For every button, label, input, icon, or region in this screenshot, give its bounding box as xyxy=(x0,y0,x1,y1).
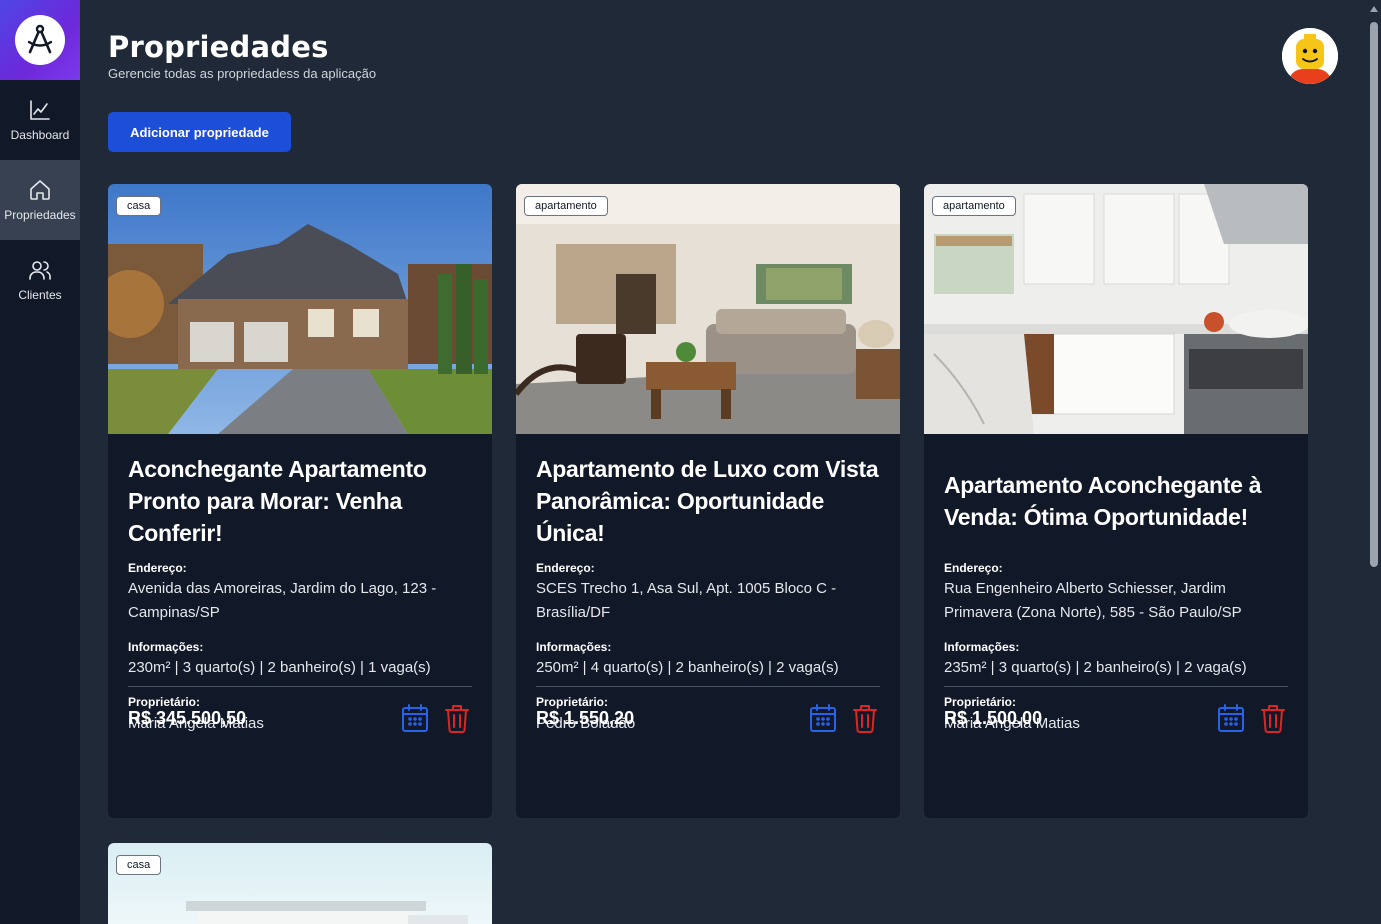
user-avatar[interactable] xyxy=(1282,28,1338,84)
property-price: R$ 1.500,00 xyxy=(944,708,1043,728)
property-card: apartamento Apartamento Aconchegante à V… xyxy=(924,184,1308,818)
address-value: SCES Trecho 1, Asa Sul, Apt. 1005 Bloco … xyxy=(536,580,837,621)
property-photo[interactable]: casa xyxy=(108,184,492,434)
card-divider xyxy=(128,686,472,687)
compass-logo-icon xyxy=(15,15,65,65)
trash-icon[interactable] xyxy=(1258,702,1288,734)
property-photo[interactable]: apartamento xyxy=(516,184,900,434)
info-label: Informações: xyxy=(128,640,204,654)
main-content: Propriedades Gerencie todas as proprieda… xyxy=(80,0,1367,924)
sidebar-item-dashboard[interactable]: Dashboard xyxy=(0,80,80,160)
address-label: Endereço: xyxy=(128,561,187,575)
property-type-badge: apartamento xyxy=(524,196,608,216)
property-type-badge: casa xyxy=(116,196,162,216)
info-label: Informações: xyxy=(944,640,1020,654)
property-price: R$ 345.500,50 xyxy=(128,708,247,728)
address-value: Rua Engenheiro Alberto Schiesser, Jardim… xyxy=(944,580,1242,621)
calendar-icon[interactable] xyxy=(1216,702,1246,734)
property-title-area: Aconchegante Apartamento Pronto para Mor… xyxy=(128,434,472,568)
trash-icon[interactable] xyxy=(850,702,880,734)
scroll-up-icon[interactable] xyxy=(1370,6,1378,12)
property-title: Apartamento Aconchegante à Venda: Ótima … xyxy=(944,472,1262,530)
owner-label: Proprietário: xyxy=(944,695,1017,709)
scrollbar-thumb[interactable] xyxy=(1370,22,1378,567)
property-photo[interactable]: apartamento xyxy=(924,184,1308,434)
sidebar-item-clientes[interactable]: Clientes xyxy=(0,240,80,320)
page-subtitle: Gerencie todas as propriedadess da aplic… xyxy=(108,66,377,81)
property-title: Apartamento de Luxo com Vista Panorâmica… xyxy=(536,456,879,546)
sidebar: Dashboard Propriedades Clientes xyxy=(0,0,80,924)
info-value: 250m² | 4 quarto(s) | 2 banheiro(s) | 2 … xyxy=(536,659,839,676)
address-value: Avenida das Amoreiras, Jardim do Lago, 1… xyxy=(128,580,437,621)
property-type-badge: casa xyxy=(116,855,162,875)
sidebar-item-label: Dashboard xyxy=(10,128,70,142)
card-divider xyxy=(944,686,1288,687)
sidebar-item-label: Propriedades xyxy=(4,208,76,222)
property-title-area: Apartamento Aconchegante à Venda: Ótima … xyxy=(944,434,1288,568)
page-scrollbar[interactable] xyxy=(1367,0,1381,924)
address-label: Endereço: xyxy=(944,561,1003,575)
card-divider xyxy=(536,686,880,687)
property-photo[interactable]: casa xyxy=(108,843,492,924)
add-property-button[interactable]: Adicionar propriedade xyxy=(108,112,291,152)
app-logo[interactable] xyxy=(0,0,80,80)
property-card: casa xyxy=(108,843,492,924)
address-label: Endereço: xyxy=(536,561,595,575)
property-title: Aconchegante Apartamento Pronto para Mor… xyxy=(128,456,427,546)
sidebar-item-propriedades[interactable]: Propriedades xyxy=(0,160,80,240)
info-label: Informações: xyxy=(536,640,612,654)
info-value: 230m² | 3 quarto(s) | 2 banheiro(s) | 1 … xyxy=(128,659,431,676)
property-card: casa Aconchegante Apartamento Pronto par… xyxy=(108,184,492,818)
property-card: apartamento Apartamento de Luxo com Vist… xyxy=(516,184,900,818)
property-card-body: Aconchegante Apartamento Pronto para Mor… xyxy=(128,434,472,818)
owner-label: Proprietário: xyxy=(536,695,609,709)
property-price: R$ 1.550,20 xyxy=(536,708,635,728)
owner-label: Proprietário: xyxy=(128,695,201,709)
trash-icon[interactable] xyxy=(442,702,472,734)
home-icon xyxy=(30,180,50,200)
users-icon xyxy=(29,261,51,280)
page-title: Propriedades xyxy=(108,30,329,64)
info-value: 235m² | 3 quarto(s) | 2 banheiro(s) | 2 … xyxy=(944,659,1247,676)
property-card-body: Apartamento Aconchegante à Venda: Ótima … xyxy=(944,434,1288,818)
property-type-badge: apartamento xyxy=(932,196,1016,216)
calendar-icon[interactable] xyxy=(400,702,430,734)
property-card-body: Apartamento de Luxo com Vista Panorâmica… xyxy=(536,434,880,818)
chart-line-icon xyxy=(30,100,50,120)
calendar-icon[interactable] xyxy=(808,702,838,734)
sidebar-item-label: Clientes xyxy=(18,288,62,302)
property-title-area: Apartamento de Luxo com Vista Panorâmica… xyxy=(536,434,880,568)
